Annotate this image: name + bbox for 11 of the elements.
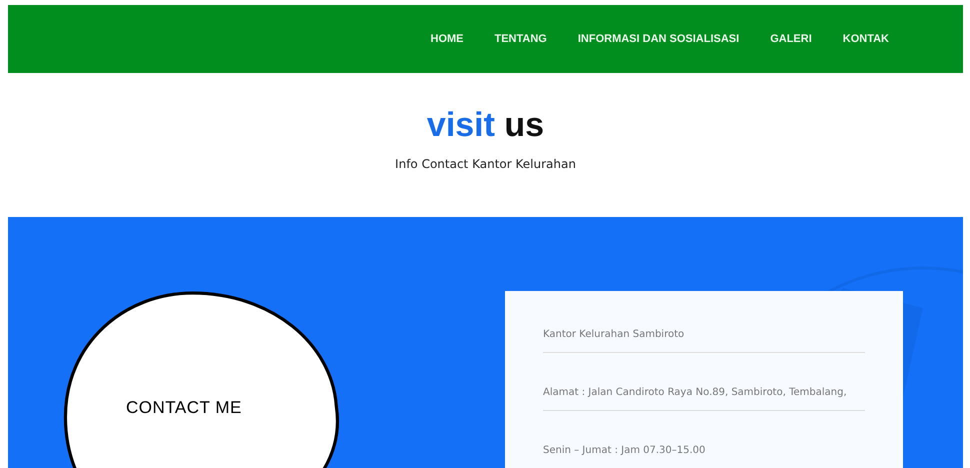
section-subtitle: Info Contact Kantor Kelurahan — [395, 157, 576, 171]
contact-info-text: Kantor Kelurahan Sambiroto — [543, 329, 865, 353]
bubble-text: CONTACT ME — [126, 398, 242, 418]
nav-link[interactable]: KONTAK — [842, 33, 889, 45]
nav-link[interactable]: TENTANG — [494, 33, 547, 45]
contact-info-text: Senin – Jumat : Jam 07.30–15.00 — [543, 445, 865, 468]
nav-link[interactable]: GALERI — [770, 33, 812, 45]
section-title: visit us — [426, 105, 544, 145]
nav-link[interactable]: HOME — [430, 33, 464, 45]
contact-info-text: Alamat : Jalan Candiroto Raya No.89, Sambiroto, Tembalang, — [543, 387, 865, 411]
nav-link[interactable]: INFORMASI DAN SOSIALISASI — [578, 33, 740, 45]
